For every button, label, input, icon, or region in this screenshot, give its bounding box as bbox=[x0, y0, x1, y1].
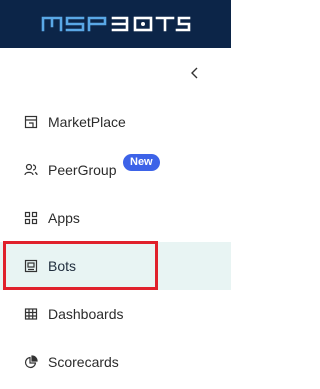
sidebar-item-scorecards[interactable]: Scorecards bbox=[0, 338, 231, 386]
new-badge: New bbox=[123, 154, 160, 171]
sidebar-item-label: Bots bbox=[48, 258, 77, 274]
sidebar-item-label: Dashboards bbox=[48, 306, 124, 322]
sidebar-item-label: Apps bbox=[48, 210, 80, 226]
apps-grid-icon bbox=[24, 211, 38, 225]
app-header: MSPBOTS bbox=[0, 0, 231, 48]
sidebar-item-label: Scorecards bbox=[48, 354, 119, 370]
table-grid-icon bbox=[24, 307, 38, 321]
chevron-left-icon[interactable] bbox=[185, 63, 205, 83]
sidebar-nav: MarketPlace PeerGroup Apps Bots Dashboar… bbox=[0, 98, 231, 386]
sidebar-item-label: MarketPlace bbox=[48, 114, 126, 130]
mspbots-logo[interactable]: MSPBOTS bbox=[41, 16, 191, 32]
sidebar-collapse-row bbox=[0, 48, 231, 98]
sidebar-item-marketplace[interactable]: MarketPlace bbox=[0, 98, 231, 146]
sidebar-item-bots[interactable]: Bots bbox=[0, 242, 231, 290]
sidebar-item-dashboards[interactable]: Dashboards bbox=[0, 290, 231, 338]
pie-chart-icon bbox=[24, 355, 38, 369]
people-icon bbox=[24, 163, 38, 177]
store-icon bbox=[24, 115, 38, 129]
sidebar-item-peergroup[interactable]: PeerGroup bbox=[0, 146, 231, 194]
sidebar-item-apps[interactable]: Apps bbox=[0, 194, 231, 242]
bot-icon bbox=[24, 259, 38, 273]
sidebar-item-label: PeerGroup bbox=[48, 162, 117, 178]
